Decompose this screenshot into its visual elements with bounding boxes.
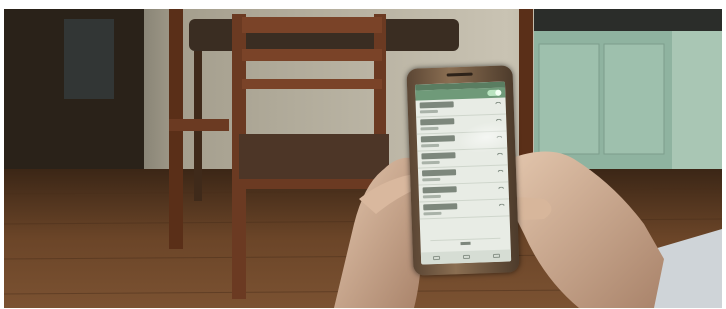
photo-scene [4, 9, 722, 308]
wifi-network-list [415, 97, 510, 220]
wifi-signal-icon [498, 187, 505, 192]
wifi-toggle-knob [495, 89, 502, 96]
wifi-network-status-blur [422, 177, 441, 182]
wifi-network-name-blur [421, 152, 456, 160]
screen-bottom-button[interactable] [430, 237, 501, 249]
wifi-signal-icon [497, 170, 504, 175]
wifi-toggle[interactable] [487, 89, 502, 97]
background-illustration [4, 9, 722, 308]
wifi-signal-icon [495, 102, 502, 107]
wifi-network-status-blur [423, 211, 442, 216]
wifi-network-name-blur [419, 101, 454, 109]
smartphone [406, 65, 520, 276]
wifi-network-status-blur [421, 143, 440, 148]
screen-bottom-button-label-blur [460, 241, 471, 246]
phone-screen [414, 81, 512, 265]
wifi-network-item[interactable] [419, 199, 510, 220]
wifi-network-name-blur [420, 135, 455, 143]
back-icon[interactable] [432, 255, 440, 261]
wifi-network-name-blur [421, 169, 457, 177]
wifi-network-name-blur [422, 186, 457, 194]
home-icon[interactable] [462, 254, 470, 260]
wifi-network-name-blur [423, 203, 458, 211]
recent-apps-icon[interactable] [492, 253, 500, 259]
wifi-network-status-blur [422, 194, 441, 199]
wifi-signal-icon [498, 204, 505, 209]
wifi-network-status-blur [419, 109, 438, 114]
wifi-network-name-blur [420, 118, 455, 126]
wifi-signal-icon [496, 153, 503, 158]
wifi-network-status-blur [420, 126, 439, 131]
wifi-network-status-blur [421, 160, 440, 165]
